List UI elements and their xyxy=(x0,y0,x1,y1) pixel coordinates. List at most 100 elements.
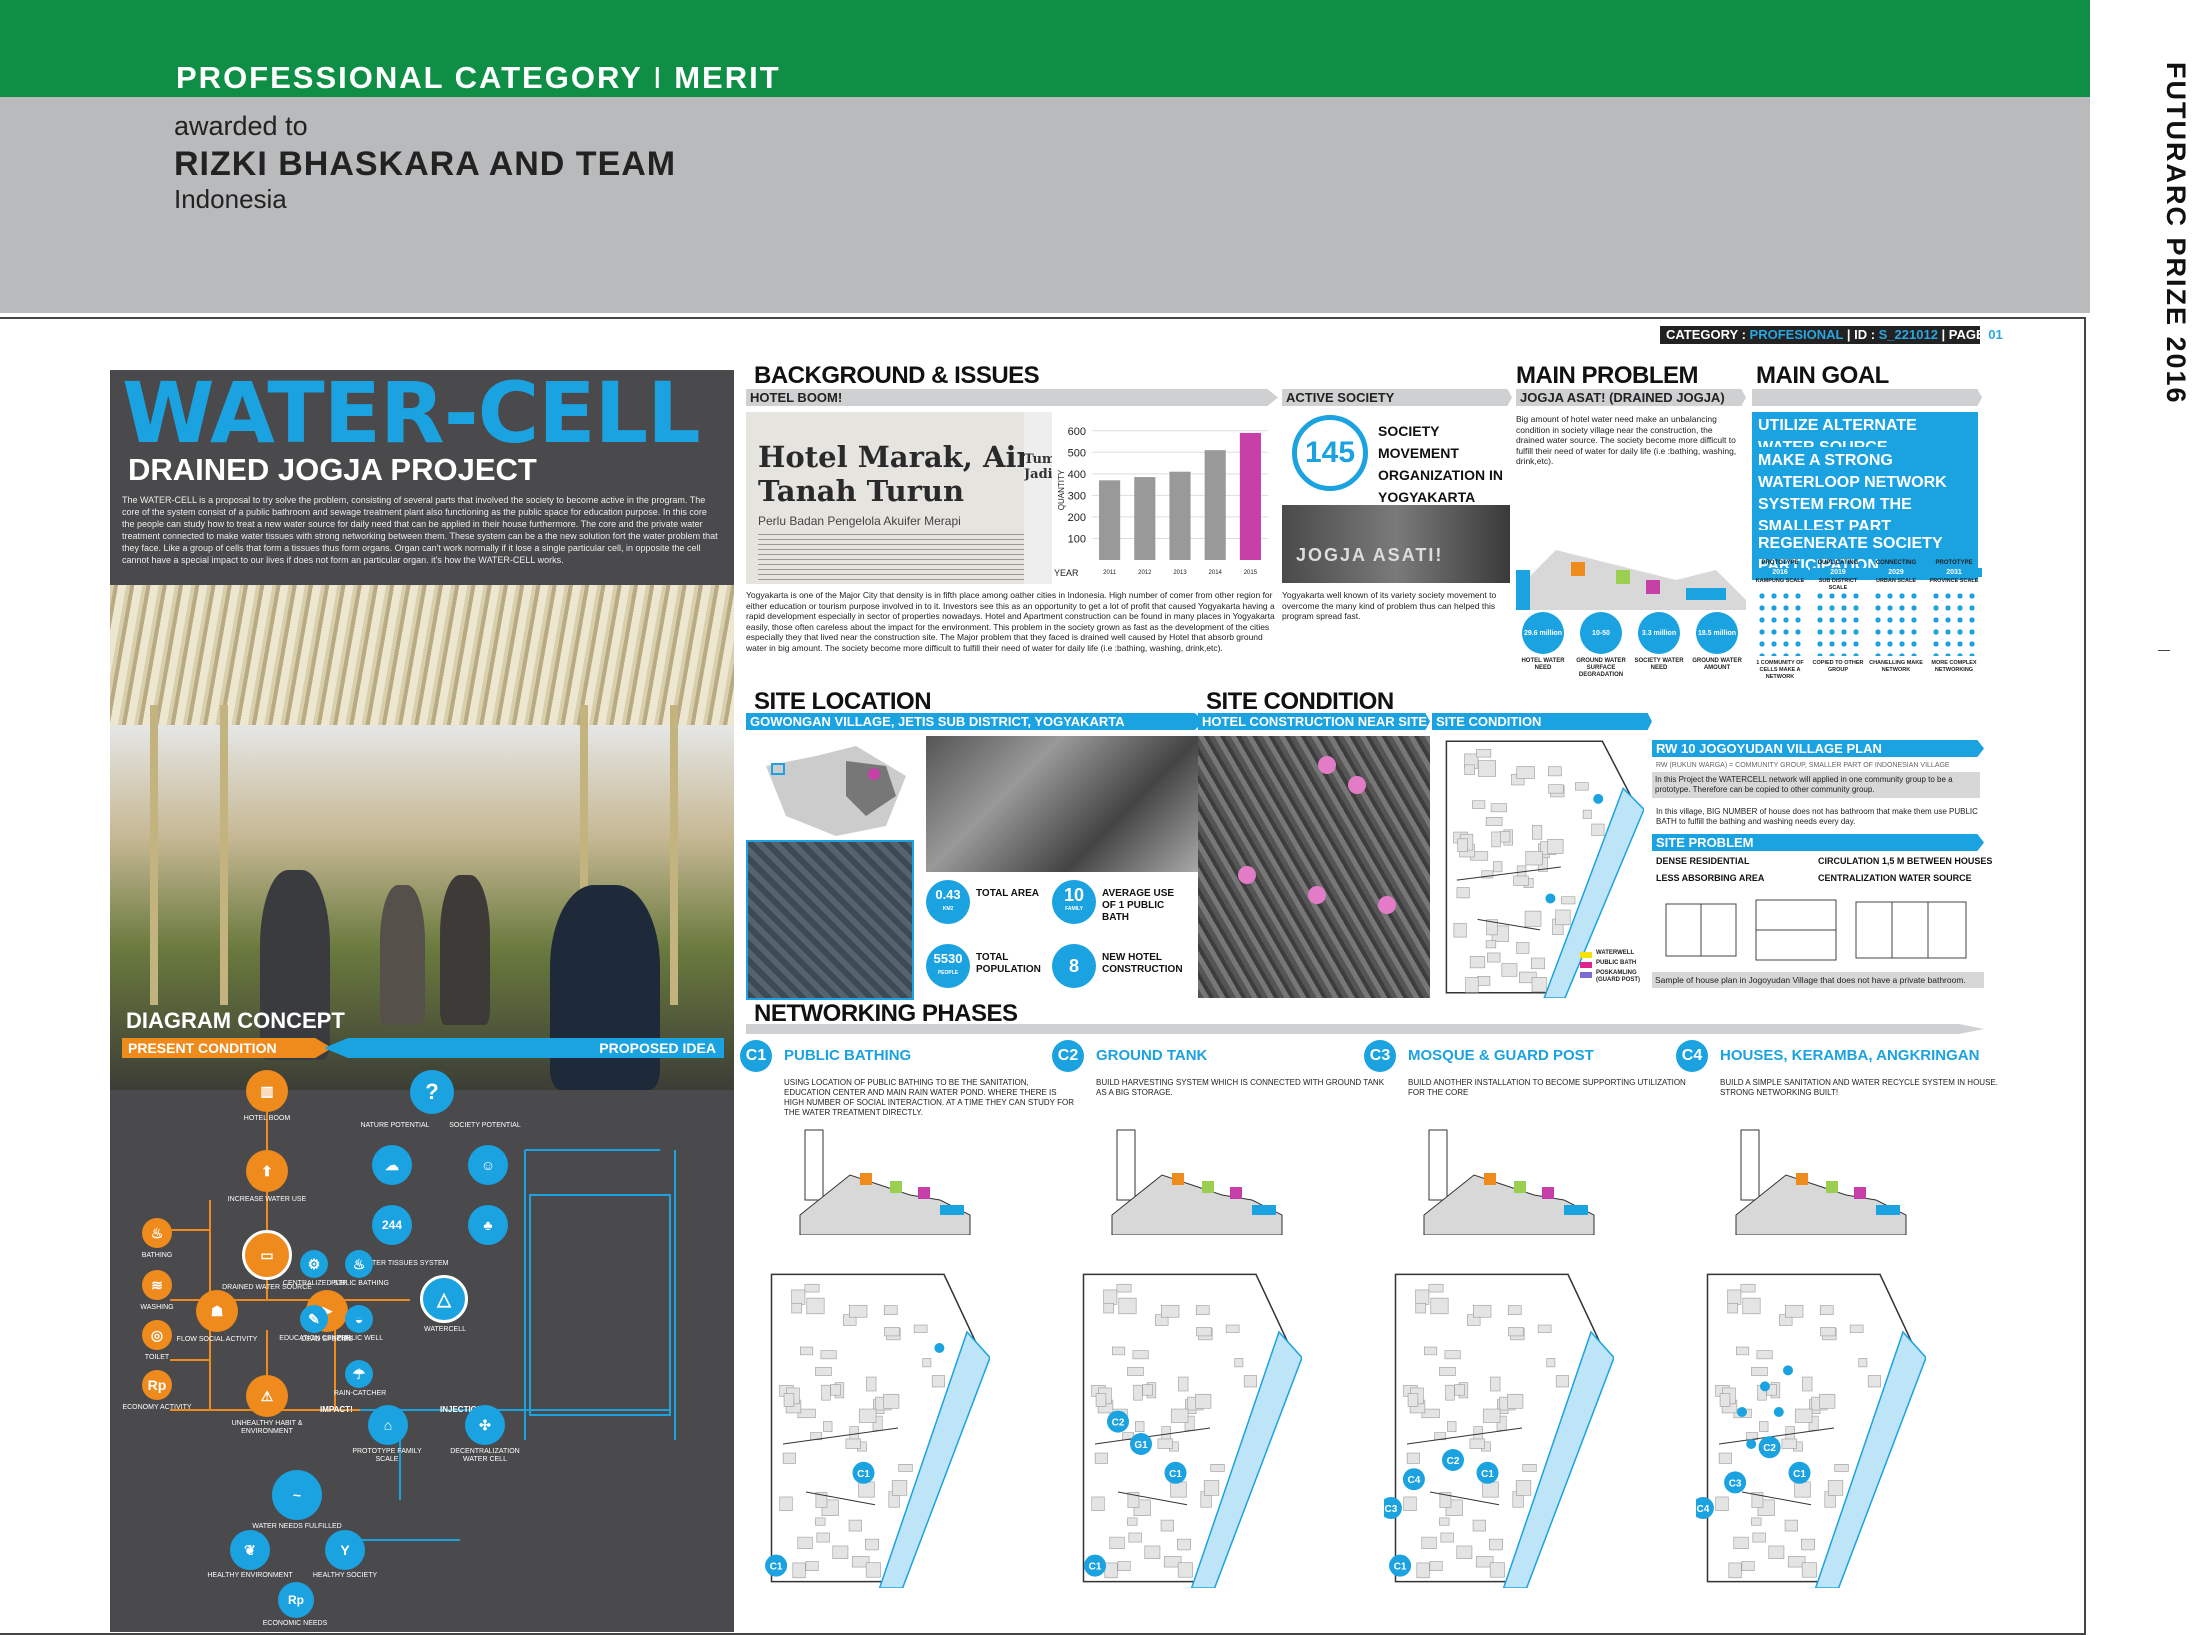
house-block xyxy=(815,1517,826,1526)
house-block xyxy=(1472,1519,1486,1532)
house-block xyxy=(1759,1421,1769,1433)
newspaper-side: Tum Jadi xyxy=(1024,412,1052,584)
cell-marker-label: G1 xyxy=(1134,1440,1148,1451)
node-label: ECONOMIC NEEDS xyxy=(262,1620,328,1627)
house-block xyxy=(1476,749,1492,758)
problem-stat-bubble: 29.6 million xyxy=(1522,612,1564,654)
question-icon: ? xyxy=(410,1070,454,1114)
site-condition-title: SITE CONDITION xyxy=(1206,688,1394,715)
house-block xyxy=(1195,1393,1212,1409)
house-block xyxy=(866,1376,877,1392)
node-label: WASHING xyxy=(140,1304,174,1311)
location-stat-bubble: 0.43 KM2 xyxy=(926,880,970,924)
house-block xyxy=(1491,831,1501,848)
node-label: WATERCELL xyxy=(423,1326,466,1333)
person-figure xyxy=(440,875,490,1025)
phase-village-map: C1 C1 xyxy=(765,1273,990,1588)
house-block xyxy=(1555,1375,1569,1388)
phase-title: PUBLIC BATHING xyxy=(784,1047,912,1064)
site-condition-map xyxy=(1445,740,1644,998)
hotel-boom-icon: ▥ xyxy=(246,1070,288,1112)
phase-number: C1 xyxy=(740,1040,772,1072)
house-block xyxy=(1735,1346,1750,1356)
house-block xyxy=(1091,1496,1105,1511)
phase-description: BUILD A SIMPLE SANITATION AND WATER RECY… xyxy=(1720,1078,1998,1097)
cell-marker-label: C1 xyxy=(1793,1469,1806,1480)
cell-marker xyxy=(1737,1407,1747,1417)
house-block xyxy=(1489,1538,1503,1551)
house-block xyxy=(1531,977,1547,993)
house-block xyxy=(865,1538,879,1551)
house-block xyxy=(1465,977,1479,993)
news-subheadline: Perlu Badan Pengelola Akuifer Merapi xyxy=(758,514,961,528)
house-block xyxy=(1421,1536,1437,1549)
house-block xyxy=(821,1384,831,1401)
prototype-icon: ⌂ xyxy=(368,1405,408,1445)
location-stat-bubble: 5530 PEOPLE xyxy=(926,944,970,988)
project-subtitle: DRAINED JOGJA PROJECT xyxy=(128,452,537,487)
winner-name: RIZKI BHASKARA AND TEAM xyxy=(174,145,677,183)
timeline-cells-icon xyxy=(1872,590,1920,656)
house-block xyxy=(1582,809,1592,819)
house-block xyxy=(1820,1327,1836,1337)
house-block xyxy=(1742,1297,1761,1315)
house-block xyxy=(832,1545,849,1560)
house-block xyxy=(1547,839,1564,854)
bamboo-post xyxy=(150,705,158,1005)
node-label: WATER NEEDS FULFILLED xyxy=(252,1523,342,1530)
house-block xyxy=(1118,1297,1137,1315)
house-block xyxy=(898,1464,913,1472)
node-label: INCREASE WATER USE xyxy=(227,1196,307,1203)
house-block xyxy=(1546,1358,1556,1368)
house-block xyxy=(1485,940,1497,949)
hotel-boom-bar: HOTEL BOOM! xyxy=(746,389,1278,406)
society-icon: ♣ xyxy=(468,1205,508,1245)
house-block xyxy=(1472,1304,1492,1318)
legend-label: WATERWELL xyxy=(1596,950,1635,956)
bamboo-post xyxy=(220,705,228,1005)
node-label: WATER TISSUES SYSTEM xyxy=(361,1260,449,1267)
y-tick-label: 100 xyxy=(1068,533,1086,545)
location-stat-bubble: 10 FAMILY xyxy=(1052,880,1096,924)
problem-stat-label: GROUND WATER AMOUNT xyxy=(1692,658,1742,671)
house-block xyxy=(1243,1375,1257,1388)
house-block xyxy=(1490,1376,1501,1392)
cell-marker-label: C1 xyxy=(857,1469,870,1480)
house-block xyxy=(1784,1304,1804,1318)
house-block xyxy=(799,1346,814,1356)
node-label: PUBLIC WELL xyxy=(336,1335,384,1342)
site-condition-bar: SITE CONDITION xyxy=(1432,713,1652,730)
legend-label: PUBLIC BATH xyxy=(1596,960,1637,966)
house-block xyxy=(820,1350,837,1360)
y-axis-label: QUANTITY xyxy=(1057,469,1066,510)
house-block xyxy=(1575,782,1589,791)
house-block xyxy=(1104,1562,1118,1579)
house-block xyxy=(1516,766,1535,779)
house-block xyxy=(1802,1376,1813,1392)
cell-marker xyxy=(934,1343,945,1353)
village-plan-text1: In this Project the WATERCELL network wi… xyxy=(1652,772,1980,798)
house-block xyxy=(1196,1327,1212,1337)
node-label: SOCIETY POTENTIAL xyxy=(449,1122,521,1129)
node-label: HOTEL BOOM xyxy=(243,1115,291,1122)
house-plan-caption: Sample of house plan in Jogoyudan Villag… xyxy=(1652,972,1984,988)
timeline-year: 2016 xyxy=(1752,568,1808,577)
legend-swatch xyxy=(1580,962,1592,968)
phase-title: MOSQUE & GUARD POST xyxy=(1408,1047,1594,1064)
house-block xyxy=(823,1421,833,1433)
hotel-construction-photos xyxy=(926,736,1200,872)
cell-marker-label: C1 xyxy=(1089,1562,1102,1573)
newspaper-clipping: Hotel Marak, Air Tanah Turun Perlu Badan… xyxy=(746,412,1052,584)
house-block xyxy=(1144,1545,1161,1560)
location-stat-label: TOTAL POPULATION xyxy=(976,952,1041,975)
house-block xyxy=(1522,1464,1537,1472)
house-block xyxy=(1561,896,1576,905)
house-block xyxy=(1469,956,1486,969)
goal-2: MAKE A STRONG WATERLOOP NETWORK SYSTEM F… xyxy=(1752,447,1978,541)
phase-description: BUILD HARVESTING SYSTEM WHICH IS CONNECT… xyxy=(1096,1078,1385,1097)
x-axis-label: YEAR xyxy=(1054,568,1079,578)
house-block xyxy=(1456,887,1470,899)
problem-stat-bubble: 10-50 xyxy=(1580,612,1622,654)
node-label: TOILET xyxy=(144,1354,170,1361)
x-tick-label: 2015 xyxy=(1244,570,1258,576)
